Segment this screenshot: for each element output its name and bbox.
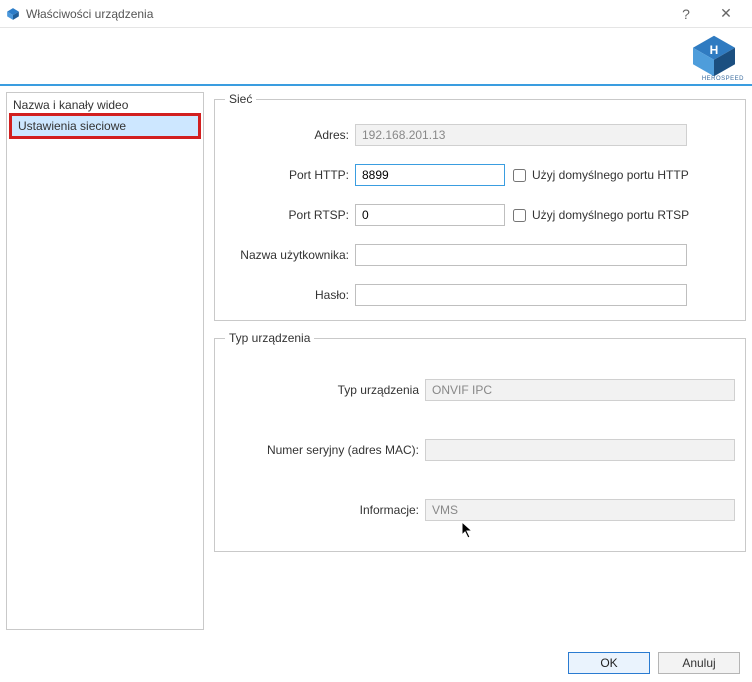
- http-default-label: Użyj domyślnego portu HTTP: [532, 168, 689, 182]
- rtsp-port-label: Port RTSP:: [225, 208, 355, 222]
- sidebar-item-name-channels[interactable]: Nazwa i kanały wideo: [7, 95, 203, 115]
- group-network: Sieć Adres: Port HTTP: Użyj domyślnego p…: [214, 92, 746, 321]
- sidebar-item-label: Nazwa i kanały wideo: [13, 98, 128, 112]
- device-type-label: Typ urządzenia: [225, 383, 425, 397]
- rtsp-default-checkbox-wrap[interactable]: Użyj domyślnego portu RTSP: [513, 208, 689, 222]
- close-button[interactable]: ✕: [706, 0, 746, 28]
- serial-label: Numer seryjny (adres MAC):: [225, 443, 425, 457]
- info-input: [425, 499, 735, 521]
- username-input[interactable]: [355, 244, 687, 266]
- address-input: [355, 124, 687, 146]
- sidebar: Nazwa i kanały wideo Ustawienia sieciowe: [6, 92, 204, 630]
- info-label: Informacje:: [225, 503, 425, 517]
- rtsp-port-input[interactable]: [355, 204, 505, 226]
- sidebar-item-network-settings[interactable]: Ustawienia sieciowe: [12, 116, 198, 136]
- group-device-type: Typ urządzenia Typ urządzenia Numer sery…: [214, 331, 746, 552]
- main-panel: Sieć Adres: Port HTTP: Użyj domyślnego p…: [204, 86, 752, 636]
- device-type-input: [425, 379, 735, 401]
- dialog-footer: OK Anuluj: [568, 652, 740, 674]
- serial-input: [425, 439, 735, 461]
- window-title: Właściwości urządzenia: [26, 7, 153, 21]
- rtsp-default-label: Użyj domyślnego portu RTSP: [532, 208, 689, 222]
- group-network-legend: Sieć: [225, 92, 256, 106]
- brand-logo-icon: H: [690, 33, 738, 79]
- group-device-legend: Typ urządzenia: [225, 331, 314, 345]
- username-label: Nazwa użytkownika:: [225, 248, 355, 262]
- http-default-checkbox[interactable]: [513, 169, 526, 182]
- rtsp-default-checkbox[interactable]: [513, 209, 526, 222]
- brand-name: HEROSPEED: [702, 76, 744, 82]
- http-default-checkbox-wrap[interactable]: Użyj domyślnego portu HTTP: [513, 168, 689, 182]
- tutorial-highlight: Ustawienia sieciowe: [9, 113, 201, 139]
- svg-text:H: H: [710, 43, 719, 57]
- http-port-input[interactable]: [355, 164, 505, 186]
- titlebar: Właściwości urządzenia ? ✕: [0, 0, 752, 28]
- http-port-label: Port HTTP:: [225, 168, 355, 182]
- sidebar-item-label: Ustawienia sieciowe: [18, 119, 126, 133]
- cancel-button[interactable]: Anuluj: [658, 652, 740, 674]
- content: Nazwa i kanały wideo Ustawienia sieciowe…: [0, 86, 752, 636]
- address-label: Adres:: [225, 128, 355, 142]
- password-input[interactable]: [355, 284, 687, 306]
- header: H HEROSPEED: [0, 28, 752, 86]
- app-icon: [6, 7, 20, 21]
- help-button[interactable]: ?: [666, 0, 706, 28]
- ok-button[interactable]: OK: [568, 652, 650, 674]
- password-label: Hasło:: [225, 288, 355, 302]
